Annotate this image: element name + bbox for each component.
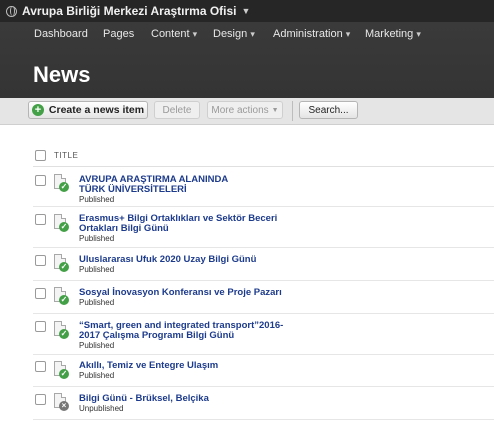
table-row[interactable]: × Bilgi Günü - Brüksel, Belçika Unpublis…: [33, 387, 494, 420]
globe-icon: [6, 5, 17, 17]
table-header: TITLE: [33, 146, 494, 167]
published-check-icon: ✓: [59, 329, 69, 339]
table-row[interactable]: ✓ “Smart, green and integrated transport…: [33, 314, 494, 355]
main-nav: Dashboard Pages Content ▾ Design ▾ Admin…: [0, 22, 494, 48]
top-bar: Avrupa Birliği Merkezi Araştırma Ofisi ▼: [0, 0, 494, 22]
row-checkbox[interactable]: [35, 361, 46, 372]
search-button[interactable]: Search...: [299, 101, 358, 119]
create-news-button[interactable]: + Create a news item: [28, 101, 148, 119]
nav-label: Content: [151, 28, 190, 40]
row-checkbox[interactable]: [35, 255, 46, 266]
row-checkbox[interactable]: [35, 175, 46, 186]
published-check-icon: ✓: [59, 369, 69, 379]
chevron-down-icon: ▾: [250, 29, 255, 39]
search-label: Search...: [308, 104, 349, 116]
table-row[interactable]: ✓ Uluslararası Ufuk 2020 Uzay Bilgi Günü…: [33, 248, 494, 281]
news-table: TITLE ✓ AVRUPA ARAŞTIRMA ALANINDA TÜRK Ü…: [33, 146, 494, 420]
news-title-link[interactable]: “Smart, green and integrated transport”2…: [79, 321, 294, 341]
status-label: Published: [79, 298, 115, 307]
status-label: Published: [79, 341, 115, 350]
row-checkbox[interactable]: [35, 394, 46, 405]
row-checkbox[interactable]: [35, 214, 46, 225]
table-row[interactable]: ✓ AVRUPA ARAŞTIRMA ALANINDA TÜRK ÜNİVERS…: [33, 167, 494, 207]
plus-icon: +: [31, 104, 44, 116]
nav-design[interactable]: Design ▾: [213, 28, 255, 40]
delete-button[interactable]: Delete: [154, 101, 200, 119]
published-check-icon: ✓: [59, 222, 69, 232]
page-title: News: [33, 62, 91, 87]
published-check-icon: ✓: [59, 262, 69, 272]
chevron-down-icon: ▼: [271, 106, 279, 114]
nav-label: Dashboard: [34, 28, 88, 40]
create-news-label: Create a news item: [48, 104, 145, 116]
status-label: Unpublished: [79, 404, 124, 413]
nav-label: Design: [213, 28, 248, 40]
chevron-down-icon: ▾: [416, 29, 421, 39]
more-actions-button[interactable]: More actions ▼: [207, 101, 283, 119]
news-title-link[interactable]: Uluslararası Ufuk 2020 Uzay Bilgi Günü: [79, 255, 256, 265]
news-title-link[interactable]: Erasmus+ Bilgi Ortaklıkları ve Sektör Be…: [79, 214, 279, 234]
table-row[interactable]: ✓ Sosyal İnovasyon Konferansı ve Proje P…: [33, 281, 494, 314]
table-row[interactable]: ✓ Akıllı, Temiz ve Entegre Ulaşım Publis…: [33, 355, 494, 387]
site-switcher[interactable]: Avrupa Birliği Merkezi Araştırma Ofisi ▼: [6, 4, 250, 18]
nav-marketing[interactable]: Marketing ▾: [365, 28, 421, 40]
site-name: Avrupa Birliği Merkezi Araştırma Ofisi: [22, 4, 237, 18]
nav-administration[interactable]: Administration ▾: [273, 28, 350, 40]
more-actions-label: More actions: [211, 104, 269, 116]
header: Dashboard Pages Content ▾ Design ▾ Admin…: [0, 22, 494, 98]
chevron-down-icon: ▾: [345, 29, 351, 39]
news-title-link[interactable]: AVRUPA ARAŞTIRMA ALANINDA TÜRK ÜNİVERSİT…: [79, 175, 255, 195]
nav-label: Administration: [273, 28, 343, 40]
published-check-icon: ✓: [59, 295, 69, 305]
status-label: Published: [79, 371, 115, 380]
unpublished-x-icon: ×: [59, 401, 69, 411]
column-title: TITLE: [54, 151, 79, 160]
nav-label: Marketing: [365, 28, 414, 40]
delete-label: Delete: [162, 104, 192, 116]
chevron-down-icon: ▾: [192, 29, 198, 39]
news-title-link[interactable]: Sosyal İnovasyon Konferansı ve Proje Paz…: [79, 288, 282, 298]
news-title-link[interactable]: Akıllı, Temiz ve Entegre Ulaşım: [79, 361, 218, 371]
nav-pages[interactable]: Pages: [103, 28, 134, 40]
toolbar-divider: [292, 101, 293, 121]
nav-label: Pages: [103, 28, 135, 40]
chevron-down-icon: ▼: [241, 6, 251, 16]
status-label: Published: [79, 234, 115, 243]
status-label: Published: [79, 195, 115, 204]
table-row[interactable]: ✓ Erasmus+ Bilgi Ortaklıkları ve Sektör …: [33, 207, 494, 248]
row-checkbox[interactable]: [35, 288, 46, 299]
nav-dashboard[interactable]: Dashboard: [34, 28, 88, 40]
toolbar: + Create a news item Delete More actions…: [0, 98, 494, 125]
select-all-checkbox[interactable]: [35, 150, 46, 161]
row-checkbox[interactable]: [35, 321, 46, 332]
nav-content[interactable]: Content ▾: [151, 28, 197, 40]
news-title-link[interactable]: Bilgi Günü - Brüksel, Belçika: [79, 394, 209, 404]
status-label: Published: [79, 265, 115, 274]
published-check-icon: ✓: [59, 182, 69, 192]
